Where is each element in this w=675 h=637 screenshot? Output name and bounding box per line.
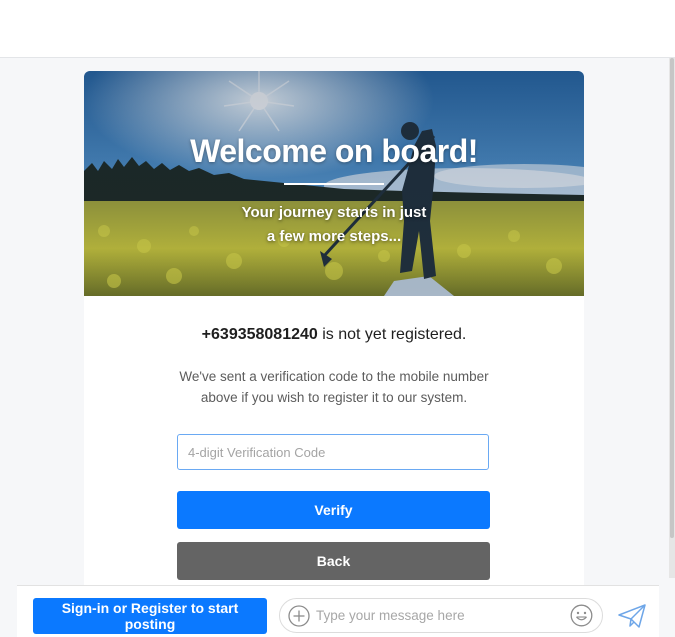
phone-number: +639358081240 — [201, 326, 318, 343]
description-line-1: We've sent a verification code to the mo… — [179, 369, 489, 384]
verification-card: Welcome on board! Your journey starts in… — [84, 71, 584, 586]
hero-divider — [284, 183, 384, 185]
scrollbar-thumb[interactable] — [670, 58, 674, 538]
verification-description: We've sent a verification code to the mo… — [124, 366, 544, 408]
chat-bar: Sign-in or Register to start posting — [17, 585, 659, 637]
message-input[interactable] — [316, 601, 566, 630]
verify-button[interactable]: Verify — [177, 491, 490, 529]
send-icon[interactable] — [617, 603, 647, 629]
emoji-icon[interactable] — [570, 604, 593, 627]
back-button[interactable]: Back — [177, 542, 490, 580]
signin-register-button[interactable]: Sign-in or Register to start posting — [33, 598, 267, 634]
hero-subtitle: Your journey starts in just a few more s… — [84, 201, 584, 249]
verification-code-input[interactable] — [177, 434, 489, 470]
hero-title: Welcome on board! — [190, 133, 478, 169]
top-bar — [0, 0, 675, 58]
hero-subtitle-line-1: Your journey starts in just — [241, 204, 427, 221]
hero-subtitle-line-2: a few more steps... — [266, 228, 402, 245]
plus-icon[interactable] — [288, 605, 310, 627]
scrollbar[interactable] — [669, 58, 675, 578]
description-line-2: above if you wish to register it to our … — [200, 390, 468, 405]
registration-status: +639358081240 is not yet registered. — [84, 326, 584, 344]
status-text: is not yet registered. — [317, 326, 467, 343]
message-box — [279, 598, 603, 633]
hero-banner: Welcome on board! Your journey starts in… — [84, 71, 584, 296]
